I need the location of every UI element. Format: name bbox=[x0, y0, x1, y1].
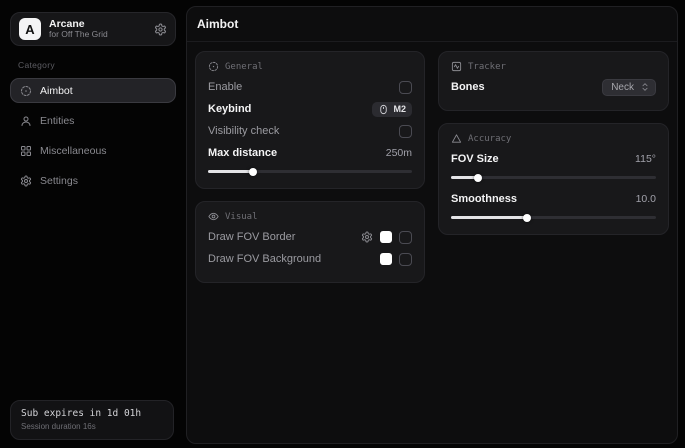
setting-label: Max distance bbox=[208, 147, 277, 159]
content-area: General Enable Keybind M2 bbox=[187, 42, 677, 292]
card-general: General Enable Keybind M2 bbox=[195, 51, 425, 189]
crosshair-icon bbox=[20, 85, 32, 97]
chevrons-up-down-icon bbox=[640, 82, 650, 92]
sidebar-item-label: Miscellaneous bbox=[40, 145, 107, 157]
gear-icon[interactable] bbox=[361, 231, 373, 243]
keybind-button[interactable]: M2 bbox=[372, 102, 412, 117]
category-label: Category bbox=[18, 60, 176, 70]
draw-fov-border-checkbox[interactable] bbox=[399, 231, 412, 244]
subscription-card: Sub expires in 1d 01h Session duration 1… bbox=[10, 400, 174, 440]
fov-border-color-swatch[interactable] bbox=[380, 231, 392, 243]
setting-label: Keybind bbox=[208, 103, 251, 115]
sub-expiry-text: Sub expires in 1d 01h bbox=[21, 408, 163, 419]
sidebar-item-settings[interactable]: Settings bbox=[10, 168, 176, 193]
enable-checkbox[interactable] bbox=[399, 81, 412, 94]
card-accuracy: Accuracy FOV Size 115° Smoothness bbox=[438, 123, 669, 235]
card-visual: Visual Draw FOV Border Draw bbox=[195, 201, 425, 283]
app-window: A Arcane for Off The Grid Category Aimbo… bbox=[0, 0, 685, 448]
setting-row-visibility-check: Visibility check bbox=[208, 120, 412, 142]
bones-select-value: Neck bbox=[611, 82, 634, 93]
visibility-check-checkbox[interactable] bbox=[399, 125, 412, 138]
slider-thumb[interactable] bbox=[249, 168, 257, 176]
setting-row-fov-size: FOV Size 115° bbox=[451, 148, 656, 170]
activity-icon bbox=[451, 61, 462, 72]
setting-row-smoothness: Smoothness 10.0 bbox=[451, 188, 656, 210]
grid-icon bbox=[20, 145, 32, 157]
gear-icon[interactable] bbox=[154, 23, 167, 36]
keybind-value: M2 bbox=[393, 104, 406, 114]
app-header: A Arcane for Off The Grid bbox=[10, 12, 176, 46]
slider-thumb[interactable] bbox=[523, 214, 531, 222]
app-logo: A bbox=[19, 18, 41, 40]
target-icon bbox=[208, 61, 219, 72]
app-subtitle: for Off The Grid bbox=[49, 30, 146, 40]
fov-background-color-swatch[interactable] bbox=[380, 253, 392, 265]
setting-label: FOV Size bbox=[451, 153, 499, 165]
max-distance-slider[interactable] bbox=[208, 170, 412, 173]
sidebar-item-label: Aimbot bbox=[40, 85, 73, 97]
main-panel: Aimbot General Enable bbox=[186, 6, 678, 444]
setting-row-draw-fov-background: Draw FOV Background bbox=[208, 248, 412, 270]
setting-row-draw-fov-border: Draw FOV Border bbox=[208, 226, 412, 248]
setting-label: Draw FOV Border bbox=[208, 231, 295, 243]
mouse-icon bbox=[378, 104, 389, 115]
draw-fov-background-checkbox[interactable] bbox=[399, 253, 412, 266]
setting-row-enable: Enable bbox=[208, 76, 412, 98]
sidebar-nav: Aimbot Entities Miscellaneous Settings bbox=[10, 78, 176, 193]
sidebar-item-label: Settings bbox=[40, 175, 78, 187]
entities-icon bbox=[20, 115, 32, 127]
setting-label: Enable bbox=[208, 81, 242, 93]
fov-size-value: 115° bbox=[635, 153, 656, 165]
card-tracker: Tracker Bones Neck bbox=[438, 51, 669, 111]
bones-select[interactable]: Neck bbox=[602, 79, 656, 96]
setting-label: Draw FOV Background bbox=[208, 253, 321, 265]
sidebar-item-miscellaneous[interactable]: Miscellaneous bbox=[10, 138, 176, 163]
setting-label: Smoothness bbox=[451, 193, 517, 205]
slider-thumb[interactable] bbox=[474, 174, 482, 182]
card-title: Tracker bbox=[468, 62, 506, 72]
card-title: Visual bbox=[225, 212, 258, 222]
setting-label: Bones bbox=[451, 81, 485, 93]
card-title: Accuracy bbox=[468, 134, 511, 144]
card-title: General bbox=[225, 62, 263, 72]
setting-label: Visibility check bbox=[208, 125, 279, 137]
eye-icon bbox=[208, 211, 219, 222]
fov-size-slider[interactable] bbox=[451, 176, 656, 179]
main-header: Aimbot bbox=[187, 7, 677, 42]
setting-row-max-distance: Max distance 250m bbox=[208, 142, 412, 164]
setting-row-keybind: Keybind M2 bbox=[208, 98, 412, 120]
page-title: Aimbot bbox=[197, 17, 238, 31]
setting-row-bones: Bones Neck bbox=[451, 76, 656, 98]
smoothness-slider[interactable] bbox=[451, 216, 656, 219]
sidebar-item-label: Entities bbox=[40, 115, 74, 127]
smoothness-value: 10.0 bbox=[636, 193, 656, 205]
sidebar: A Arcane for Off The Grid Category Aimbo… bbox=[6, 6, 178, 444]
triangle-icon bbox=[451, 133, 462, 144]
max-distance-value: 250m bbox=[386, 147, 412, 159]
sidebar-item-entities[interactable]: Entities bbox=[10, 108, 176, 133]
session-duration-text: Session duration 16s bbox=[21, 422, 163, 431]
sidebar-item-aimbot[interactable]: Aimbot bbox=[10, 78, 176, 103]
gear-icon bbox=[20, 175, 32, 187]
